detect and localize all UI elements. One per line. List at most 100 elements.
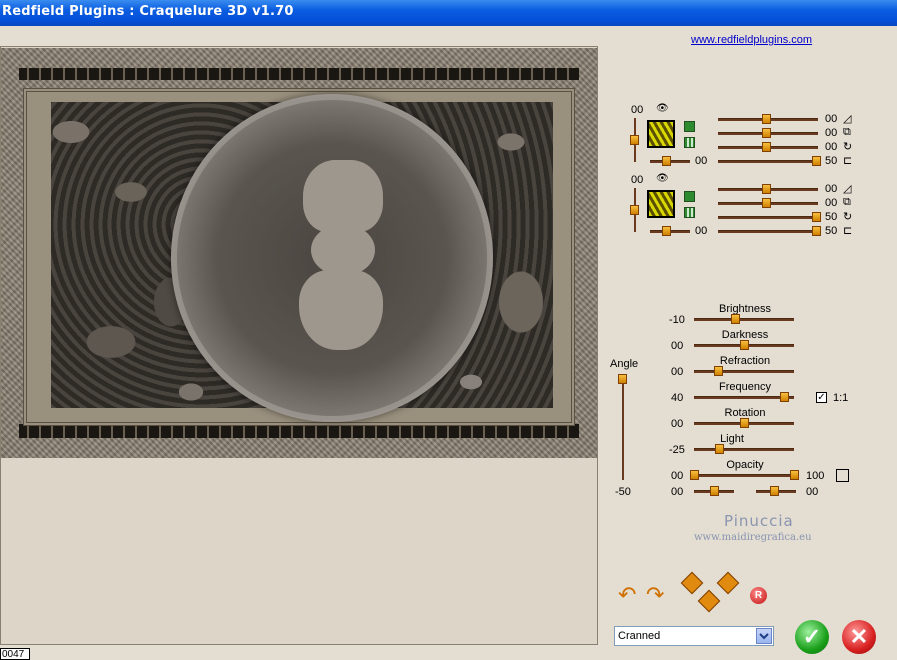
layer1-top-value: 00 xyxy=(631,104,644,116)
brightness-label: Brightness xyxy=(719,303,771,315)
image-frame xyxy=(23,88,575,426)
frequency-thumb[interactable] xyxy=(780,392,789,402)
reset-button[interactable]: R xyxy=(750,587,767,604)
layer2-bottom-left-thumb[interactable] xyxy=(662,226,671,236)
layer2-slider-3-thumb[interactable] xyxy=(812,212,821,222)
layer1-bottom-left-thumb[interactable] xyxy=(662,156,671,166)
opacity-label: Opacity xyxy=(726,459,764,471)
refraction-value: 00 xyxy=(671,366,684,378)
light-label: Light xyxy=(720,433,744,445)
layer2-top-value: 00 xyxy=(631,174,644,186)
preset-selected: Cranned xyxy=(618,630,661,642)
opacity-min-value: 00 xyxy=(671,470,684,482)
rotation-thumb[interactable] xyxy=(740,418,749,428)
scale-icon: ⧉ xyxy=(843,196,851,208)
frequency-track[interactable] xyxy=(694,396,794,399)
frame-counter: 0047 xyxy=(0,648,30,660)
layer2-bottom-left-value: 00 xyxy=(695,225,708,237)
layer1-slider-3-thumb[interactable] xyxy=(762,142,771,152)
layer2-mask-icon[interactable] xyxy=(684,191,695,202)
frequency-value: 40 xyxy=(671,392,684,404)
opacity-track[interactable] xyxy=(694,474,794,477)
layer2-pattern-icon[interactable] xyxy=(684,207,695,218)
layer1-slider-4-value: 50 xyxy=(825,155,838,167)
angle-track[interactable] xyxy=(622,374,624,480)
ok-button[interactable]: ✓ xyxy=(795,620,829,654)
preview-image[interactable] xyxy=(1,48,597,458)
layer2-vertical-thumb[interactable] xyxy=(630,205,639,215)
bottom-left-value: 00 xyxy=(671,486,684,498)
angle-label: Angle xyxy=(610,358,639,370)
light-thumb[interactable] xyxy=(715,444,724,454)
window-title: Redfield Plugins : Craquelure 3D v1.70 xyxy=(2,4,294,19)
brightness-track[interactable] xyxy=(694,318,794,321)
random-dice-icon[interactable] xyxy=(697,589,721,613)
layer1-slider-4-thumb[interactable] xyxy=(812,156,821,166)
random-dice-icon[interactable] xyxy=(716,571,740,595)
layer2-slider-4-value: 50 xyxy=(825,225,838,237)
layer2-slider-2-value: 00 xyxy=(825,197,838,209)
layer1-slider-4-track[interactable] xyxy=(718,160,818,163)
angle-thumb[interactable] xyxy=(618,374,627,384)
website-link[interactable]: www.redfieldplugins.com xyxy=(691,34,812,46)
title-bar: Redfield Plugins : Craquelure 3D v1.70 xyxy=(0,0,897,26)
butterfly-shape-mid xyxy=(311,224,375,276)
light-track[interactable] xyxy=(694,448,794,451)
opacity-thumb-max[interactable] xyxy=(790,470,799,480)
layer2-slider-2-thumb[interactable] xyxy=(762,198,771,208)
watermark-name: Pinuccia xyxy=(724,512,794,530)
opacity-max-value: 100 xyxy=(806,470,825,482)
layer2-slider-4-thumb[interactable] xyxy=(812,226,821,236)
layer2-slider-3-value: 50 xyxy=(825,211,838,223)
chevron-down-icon[interactable] xyxy=(756,628,772,644)
brightness-thumb[interactable] xyxy=(731,314,740,324)
layer1-texture-swatch[interactable] xyxy=(647,120,675,148)
light-value: -25 xyxy=(669,444,685,456)
offset-icon: ⊏ xyxy=(843,225,853,237)
cancel-button[interactable]: ✕ xyxy=(842,620,876,654)
scale-icon: ⧉ xyxy=(843,126,851,138)
rotate-icon: ↻ xyxy=(843,211,853,223)
layer1-pattern-icon[interactable] xyxy=(684,137,695,148)
opacity-thumb-min[interactable] xyxy=(690,470,699,480)
checkmark-icon: ✓ xyxy=(802,624,822,649)
stones-texture xyxy=(51,94,553,422)
redo-icon[interactable]: ↷ xyxy=(646,582,664,608)
ratio-label: 1:1 xyxy=(833,392,849,404)
glass-sphere xyxy=(171,94,493,422)
refraction-thumb[interactable] xyxy=(714,366,723,376)
brightness-value: -10 xyxy=(669,314,685,326)
butterfly-shape-bottom xyxy=(299,270,383,350)
layer1-bottom-left-value: 00 xyxy=(695,155,708,167)
bottom-right-thumb[interactable] xyxy=(770,486,779,496)
layer2-texture-swatch[interactable] xyxy=(647,190,675,218)
ratio-checkbox[interactable]: ✓ xyxy=(816,392,827,403)
opacity-color-box[interactable] xyxy=(836,469,849,482)
layer1-mask-icon[interactable] xyxy=(684,121,695,132)
frame-bottom-strip xyxy=(19,424,579,438)
offset-icon: ⊏ xyxy=(843,155,853,167)
layer1-slider-2-thumb[interactable] xyxy=(762,128,771,138)
watermark-site: www.maidiregrafica.eu xyxy=(694,532,812,543)
frame-top-strip xyxy=(19,68,579,80)
preset-dropdown[interactable]: Cranned xyxy=(614,626,774,646)
butterfly-shape-top xyxy=(303,160,383,232)
undo-icon[interactable]: ↶ xyxy=(618,582,636,608)
layer1-slider-1-value: 00 xyxy=(825,113,838,125)
layer2-slider-1-thumb[interactable] xyxy=(762,184,771,194)
eye-icon[interactable]: 👁 xyxy=(656,173,669,184)
layer1-slider-1-thumb[interactable] xyxy=(762,114,771,124)
random-dice-icon[interactable] xyxy=(680,571,704,595)
darkness-thumb[interactable] xyxy=(740,340,749,350)
rotation-value: 00 xyxy=(671,418,684,430)
bottom-left-thumb[interactable] xyxy=(710,486,719,496)
eye-icon[interactable]: 👁 xyxy=(656,103,669,114)
layer2-slider-3-track[interactable] xyxy=(718,216,818,219)
triangle-icon: ◿ xyxy=(843,183,852,195)
layer1-vertical-thumb[interactable] xyxy=(630,135,639,145)
layer2-slider-4-track[interactable] xyxy=(718,230,818,233)
refraction-track[interactable] xyxy=(694,370,794,373)
triangle-icon: ◿ xyxy=(843,113,852,125)
bottom-right-value: 00 xyxy=(806,486,819,498)
darkness-value: 00 xyxy=(671,340,684,352)
